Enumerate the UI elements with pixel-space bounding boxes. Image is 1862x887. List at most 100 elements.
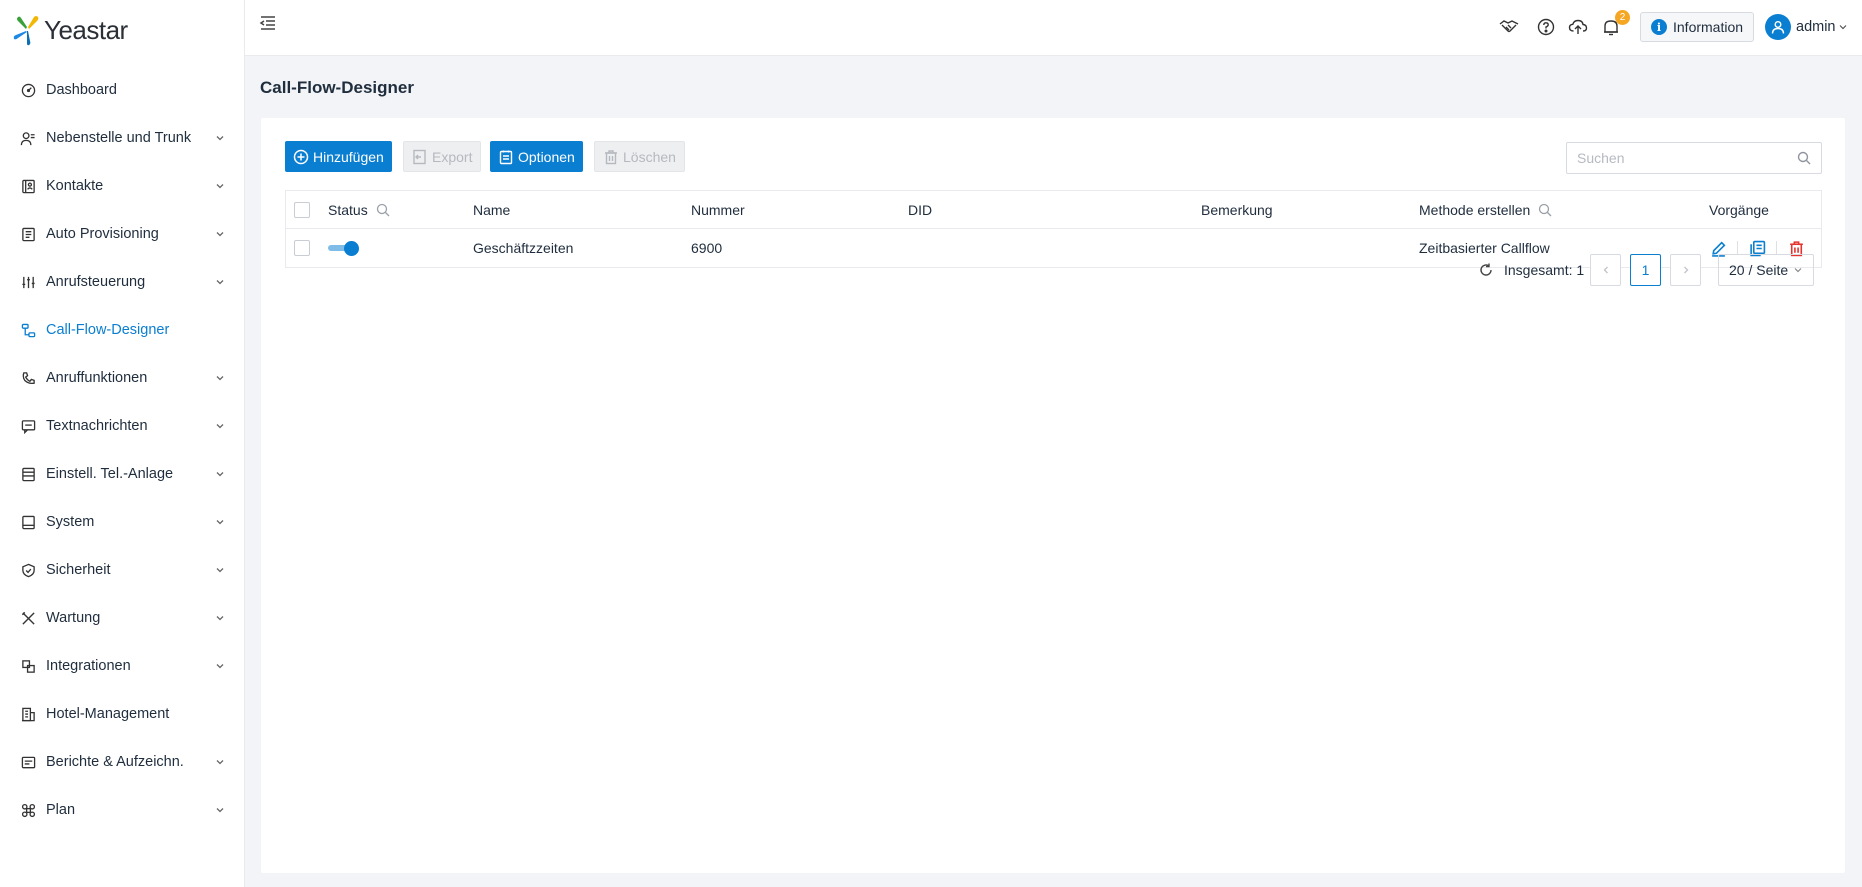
sidebar-item-integrations[interactable]: Integrationen [0, 642, 245, 690]
column-actions: Vorgänge [1709, 202, 1769, 218]
pagination-total: Insgesamt: 1 [1504, 262, 1585, 278]
sliders-icon [20, 274, 36, 290]
row-checkbox[interactable] [294, 240, 310, 256]
sidebar-item-reports[interactable]: Berichte & Aufzeichn. [0, 738, 245, 786]
information-button[interactable]: i Information [1640, 12, 1755, 42]
sidebar-item-call-features[interactable]: Anruffunktionen [0, 354, 245, 402]
sidebar-item-maintenance[interactable]: Wartung [0, 594, 245, 642]
trash-icon [603, 149, 619, 165]
sidebar-item-contacts[interactable]: Kontakte [0, 162, 245, 210]
menu-collapse-icon[interactable] [259, 14, 279, 34]
toggle-knob [344, 241, 359, 256]
sidebar-item-auto-provisioning[interactable]: Auto Provisioning [0, 210, 245, 258]
chevron-down-icon [1839, 25, 1846, 30]
sidebar-nav: Dashboard Nebenstelle und Trunk Kontakte… [0, 66, 245, 834]
page-size-select[interactable]: 20 / Seite [1718, 254, 1814, 286]
column-did[interactable]: DID [908, 191, 932, 229]
column-number[interactable]: Nummer [691, 191, 745, 229]
delete-button-label: Löschen [623, 148, 676, 165]
chevron-left-icon [1603, 266, 1608, 274]
sidebar-item-label: Textnachrichten [46, 418, 148, 434]
sidebar-item-system[interactable]: System [0, 498, 245, 546]
integration-icon [20, 658, 36, 674]
user-name: admin [1796, 19, 1836, 35]
command-icon [20, 802, 36, 818]
chevron-down-icon [216, 664, 224, 669]
info-icon: i [1651, 19, 1667, 35]
row-number: 6900 [691, 240, 723, 256]
sidebar-item-dashboard[interactable]: Dashboard [0, 66, 245, 114]
status-toggle[interactable] [328, 241, 360, 256]
sidebar-item-extension-trunk[interactable]: Nebenstelle und Trunk [0, 114, 245, 162]
column-name[interactable]: Name [473, 191, 510, 229]
handshake-icon[interactable] [1498, 16, 1520, 38]
sidebar-item-label: System [46, 514, 95, 530]
delete-button[interactable]: Löschen [594, 141, 685, 172]
select-all-checkbox[interactable] [294, 202, 310, 218]
export-icon [412, 149, 428, 165]
options-button[interactable]: Optionen [490, 141, 583, 172]
method-filter-search-icon[interactable] [1538, 203, 1552, 217]
action-separator [1776, 241, 1777, 255]
sidebar-item-label: Kontakte [46, 178, 104, 194]
sidebar-item-call-control[interactable]: Anrufsteuerung [0, 258, 245, 306]
page-title: Call-Flow-Designer [260, 78, 414, 97]
tools-icon [20, 610, 36, 626]
sidebar-item-hotel-management[interactable]: Hotel-Management [0, 690, 245, 738]
yeastar-logo[interactable]: Yeastar [12, 12, 128, 48]
column-method: Methode erstellen [1419, 191, 1552, 229]
sidebar-item-label: Einstell. Tel.-Anlage [46, 466, 174, 482]
chevron-down-icon [216, 424, 224, 429]
sidebar-item-label: Hotel-Management [46, 706, 170, 722]
logo-text: Yeastar [44, 14, 128, 45]
cloud-upload-icon[interactable] [1567, 16, 1589, 38]
search-input[interactable] [1577, 150, 1797, 166]
content-card: Hinzufügen Export Optionen Löschen Statu… [261, 118, 1845, 873]
chevron-down-icon [216, 616, 224, 621]
sidebar-item-plan[interactable]: Plan [0, 786, 245, 834]
chevron-down-icon [216, 760, 224, 765]
sidebar-item-label: Dashboard [46, 82, 117, 98]
column-status: Status [328, 191, 390, 229]
search-box [1566, 142, 1822, 174]
notification-badge: 2 [1615, 10, 1630, 25]
sidebar-item-label: Wartung [46, 610, 101, 626]
search-icon[interactable] [1797, 151, 1811, 165]
sidebar-item-label: Sicherheit [46, 562, 111, 578]
dashboard-icon [20, 82, 36, 98]
sidebar-item-label: Anrufsteuerung [46, 274, 146, 290]
page-size-label: 20 / Seite [1729, 262, 1789, 278]
column-remark[interactable]: Bemerkung [1201, 191, 1273, 229]
sidebar-item-label: Plan [46, 802, 76, 818]
phone-icon [20, 370, 36, 386]
sidebar-item-call-flow-designer[interactable]: Call-Flow-Designer [0, 306, 245, 354]
sidebar-item-label: Call-Flow-Designer [46, 322, 170, 338]
contacts-icon [20, 178, 36, 194]
chevron-down-icon [216, 472, 224, 477]
sidebar-item-label: Auto Provisioning [46, 226, 159, 242]
next-page-button[interactable] [1670, 254, 1701, 286]
sidebar-item-text-messages[interactable]: Textnachrichten [0, 402, 245, 450]
sidebar-item-label: Nebenstelle und Trunk [46, 130, 192, 146]
chevron-down-icon [216, 280, 224, 285]
add-button[interactable]: Hinzufügen [285, 141, 392, 172]
sidebar: Yeastar Dashboard Nebenstelle und Trunk … [0, 0, 245, 887]
table-header-row: Status Name Nummer DID Bemerkung Methode… [286, 191, 1821, 229]
notification-bell-icon[interactable]: 2 [1600, 10, 1630, 38]
avatar [1765, 14, 1791, 40]
yeastar-logo-mark-icon [13, 16, 39, 46]
page-number-button[interactable]: 1 [1630, 254, 1661, 286]
refresh-icon[interactable] [1479, 263, 1493, 277]
chevron-down-icon [216, 376, 224, 381]
user-menu[interactable]: admin [1765, 14, 1848, 40]
sidebar-item-pbx-settings[interactable]: Einstell. Tel.-Anlage [0, 450, 245, 498]
sidebar-item-security[interactable]: Sicherheit [0, 546, 245, 594]
status-filter-search-icon[interactable] [376, 203, 390, 217]
prev-page-button[interactable] [1590, 254, 1621, 286]
plus-circle-icon [293, 149, 309, 165]
export-button[interactable]: Export [403, 141, 482, 172]
column-status-label: Status [328, 202, 368, 218]
help-icon[interactable] [1535, 16, 1557, 38]
chevron-down-icon [216, 136, 224, 141]
export-button-label: Export [432, 148, 473, 165]
